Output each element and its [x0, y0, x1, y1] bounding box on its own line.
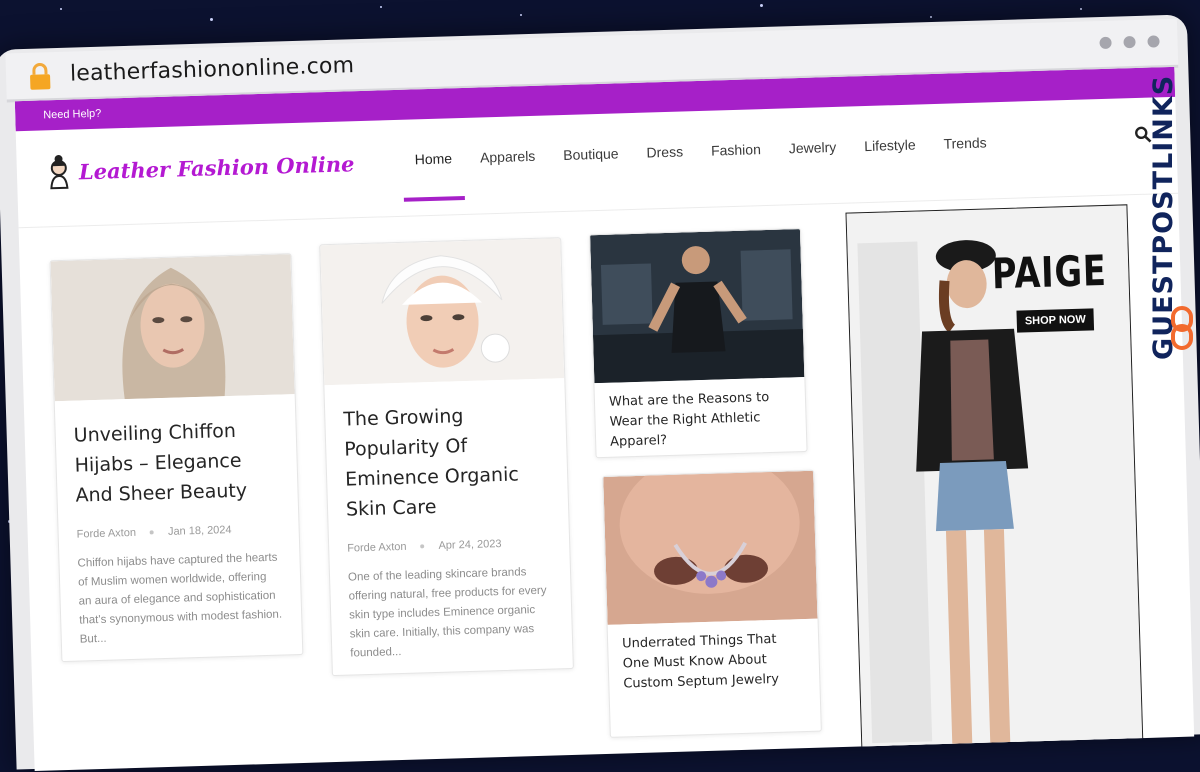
- septum-jewelry-image: [603, 469, 818, 625]
- post-card[interactable]: What are the Reasons to Wear the Right A…: [589, 227, 808, 459]
- post-thumbnail[interactable]: [590, 229, 805, 384]
- post-title[interactable]: The Growing Popularity Of Eminence Organ…: [343, 399, 550, 525]
- paige-ad-banner[interactable]: PAIGE SHOP NOW: [845, 204, 1145, 771]
- post-title[interactable]: What are the Reasons to Wear the Right A…: [609, 387, 793, 452]
- main-nav: Home Apparels Boutique Dress Fashion Jew…: [414, 130, 987, 171]
- skincare-portrait-image: [320, 238, 565, 386]
- post-title[interactable]: Unveiling Chiffon Hijabs – Elegance And …: [73, 415, 280, 511]
- web-page: Need Help? Leather Fashion Online Home A…: [14, 66, 1195, 771]
- browser-window: leatherfashiononline.com Need Help? Leat…: [0, 14, 1200, 771]
- post-card[interactable]: Underrated Things That One Must Know Abo…: [602, 469, 822, 738]
- logo-text: Leather Fashion Online: [78, 150, 355, 184]
- shop-now-button[interactable]: SHOP NOW: [1016, 308, 1095, 333]
- post-thumbnail[interactable]: [50, 254, 295, 402]
- athlete-running-image: [590, 229, 805, 384]
- hijab-portrait-image: [50, 254, 295, 402]
- post-meta: Forde Axton Jan 18, 2024: [77, 523, 281, 541]
- need-help-link[interactable]: Need Help?: [43, 108, 101, 122]
- post-excerpt: One of the leading skincare brands offer…: [347, 566, 547, 660]
- nav-boutique[interactable]: Boutique: [563, 141, 619, 167]
- post-excerpt: Chiffon hijabs have captured the hearts …: [77, 551, 283, 646]
- window-dot-icon[interactable]: [1147, 35, 1160, 48]
- nav-fashion[interactable]: Fashion: [711, 137, 762, 162]
- nav-jewelry[interactable]: Jewelry: [788, 135, 837, 160]
- post-date: Jan 18, 2024: [167, 524, 232, 538]
- post-author[interactable]: Forde Axton: [77, 527, 137, 541]
- girl-avatar-icon: [50, 154, 69, 190]
- post-thumbnail[interactable]: [603, 469, 818, 625]
- window-dot-icon[interactable]: [1099, 36, 1112, 50]
- lock-icon: [30, 63, 51, 90]
- post-card[interactable]: The Growing Popularity Of Eminence Organ…: [319, 237, 574, 677]
- nav-lifestyle[interactable]: Lifestyle: [864, 133, 916, 159]
- url-text[interactable]: leatherfashiononline.com: [70, 53, 355, 86]
- post-date: Apr 24, 2023: [438, 538, 502, 552]
- nav-home[interactable]: Home: [414, 146, 452, 171]
- link-icon: [1171, 306, 1193, 350]
- post-thumbnail[interactable]: [320, 238, 565, 386]
- nav-trends[interactable]: Trends: [943, 130, 987, 155]
- window-controls: [1099, 35, 1160, 50]
- nav-dress[interactable]: Dress: [646, 139, 683, 164]
- meta-separator: [420, 544, 425, 549]
- post-title[interactable]: Underrated Things That One Must Know Abo…: [622, 629, 806, 694]
- ad-brand: PAIGE: [991, 245, 1108, 299]
- window-dot-icon[interactable]: [1123, 35, 1136, 49]
- meta-separator: [149, 530, 155, 535]
- post-card[interactable]: Unveiling Chiffon Hijabs – Elegance And …: [49, 253, 304, 663]
- site-logo[interactable]: Leather Fashion Online: [44, 145, 355, 190]
- post-author[interactable]: Forde Axton: [347, 541, 407, 555]
- nav-apparels[interactable]: Apparels: [480, 144, 536, 170]
- post-meta: Forde Axton Apr 24, 2023: [347, 537, 551, 555]
